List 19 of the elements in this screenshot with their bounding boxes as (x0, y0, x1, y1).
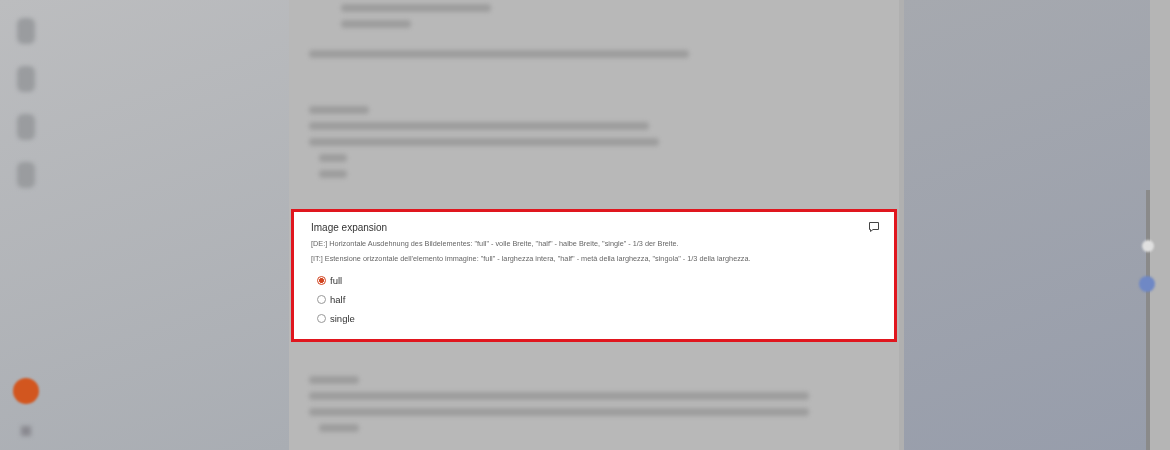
blurred-text (319, 170, 347, 178)
blurred-text (341, 20, 411, 28)
blurred-icon (17, 18, 35, 44)
comment-icon[interactable] (868, 221, 880, 233)
field-title: Image expansion (311, 221, 388, 233)
blurred-icon (17, 162, 35, 188)
radio-option[interactable]: single (317, 313, 355, 324)
blurred-text (309, 106, 369, 114)
avatar (13, 378, 39, 404)
blurred-control (1142, 240, 1154, 252)
blurred-text (319, 424, 359, 432)
radio-option[interactable]: full (317, 275, 343, 286)
blurred-control (1139, 276, 1155, 292)
blurred-text (309, 376, 359, 384)
blurred-icon (21, 426, 31, 436)
radio-option[interactable]: half (317, 294, 346, 305)
blurred-text (319, 154, 347, 162)
blurred-icon (17, 66, 35, 92)
blurred-icon (17, 114, 35, 140)
